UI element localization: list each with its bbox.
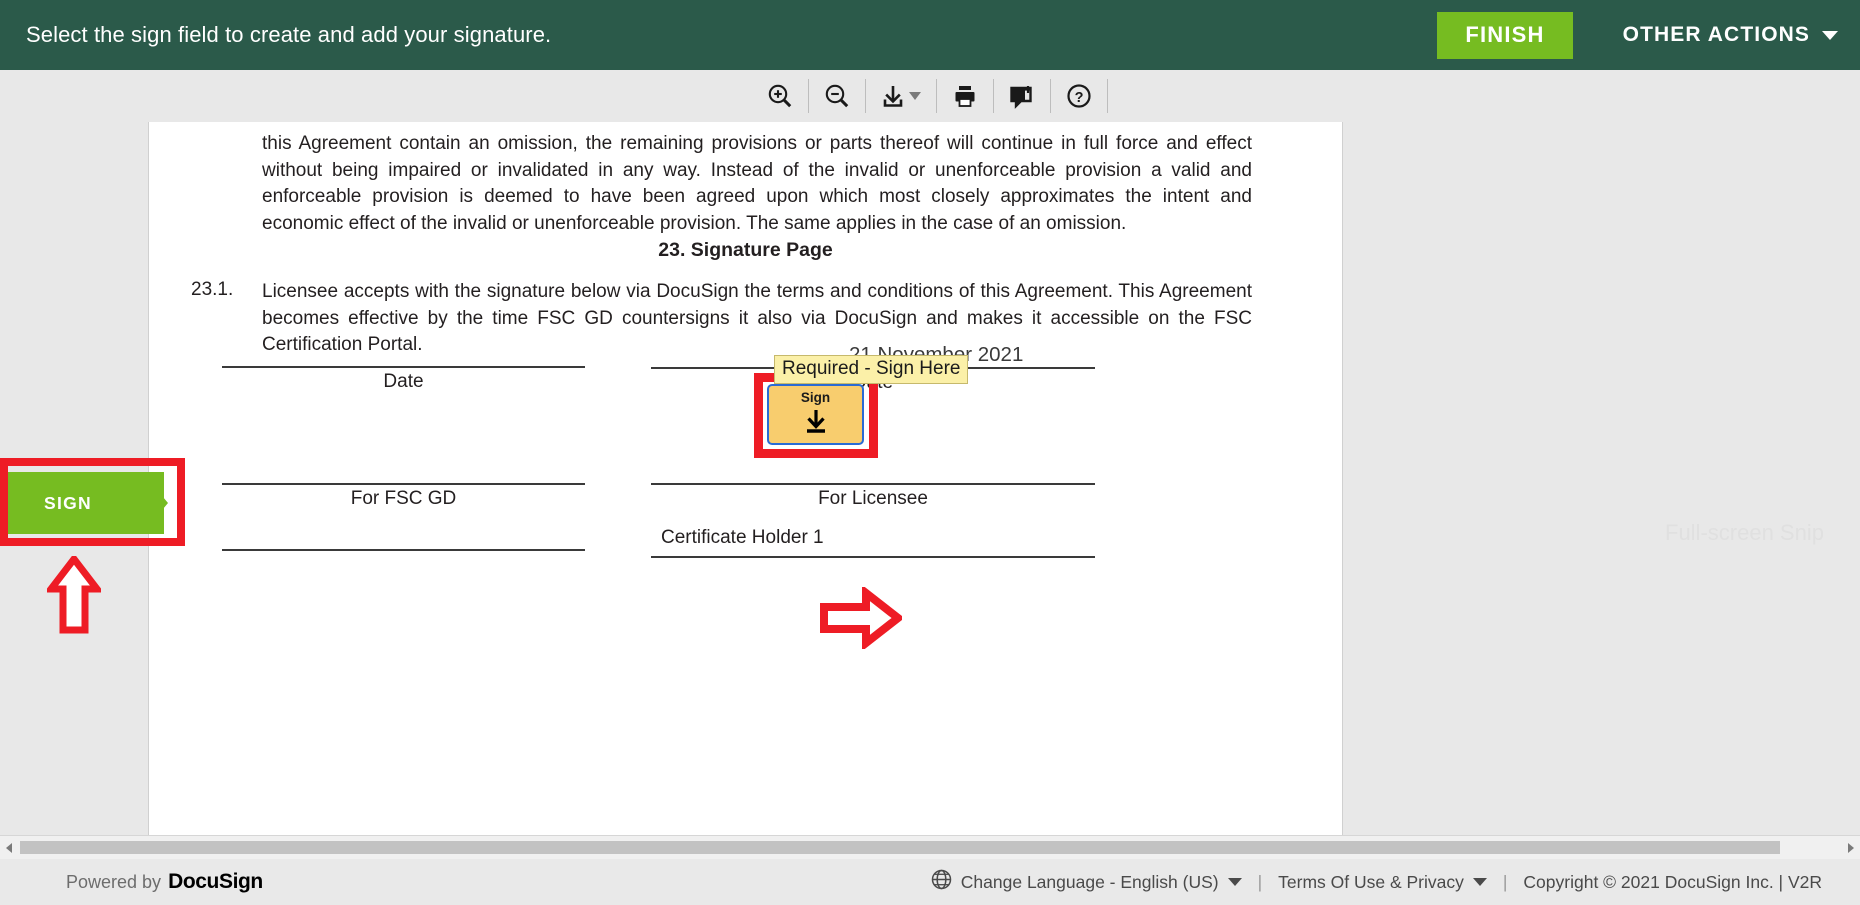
sign-tab-highlight-box xyxy=(0,458,185,546)
svg-text:?: ? xyxy=(1075,90,1084,106)
left-date-caption: Date xyxy=(383,371,424,392)
docusign-signing-app: Select the sign field to create and add … xyxy=(0,0,1860,905)
scroll-right-button[interactable] xyxy=(1842,836,1860,860)
chevron-down-icon xyxy=(1472,878,1487,886)
print-icon xyxy=(952,84,978,109)
topbar-actions: FINISH OTHER ACTIONS xyxy=(1437,0,1860,70)
chevron-right-icon xyxy=(1848,842,1854,853)
terms-of-use-menu[interactable]: Terms Of Use & Privacy xyxy=(1262,872,1503,893)
chevron-down-icon xyxy=(1227,878,1242,886)
clause-number: 23.1. xyxy=(191,279,234,300)
agreement-paragraph: this Agreement contain an omission, the … xyxy=(262,133,1252,234)
toolbar-group: ? xyxy=(752,79,1108,113)
powered-by-block: Powered by DocuSign xyxy=(66,870,263,894)
horizontal-scrollbar[interactable] xyxy=(0,835,1860,859)
powered-by-label: Powered by xyxy=(66,872,162,892)
annotation-up-arrow xyxy=(43,553,105,634)
signer-name: Certificate Holder 1 xyxy=(661,527,824,548)
add-comment-icon xyxy=(1009,84,1035,109)
chevron-down-icon xyxy=(909,92,921,100)
top-action-bar: Select the sign field to create and add … xyxy=(0,0,1860,70)
change-language-menu[interactable]: Change Language - English (US) xyxy=(915,869,1258,895)
sign-field-highlight-box xyxy=(754,373,878,458)
left-signature-line xyxy=(222,483,585,485)
scrollbar-thumb[interactable] xyxy=(20,840,1780,854)
add-comment-button[interactable] xyxy=(994,76,1050,116)
chevron-left-icon xyxy=(6,842,12,853)
copyright-label: Copyright © 2021 DocuSign Inc. | V2R xyxy=(1523,871,1822,892)
section-heading: 23. Signature Page xyxy=(658,239,833,261)
help-icon: ? xyxy=(1066,83,1092,109)
zoom-in-button[interactable] xyxy=(752,76,808,116)
left-bottom-line xyxy=(222,549,585,551)
other-actions-menu[interactable]: OTHER ACTIONS xyxy=(1623,23,1838,47)
chevron-down-icon xyxy=(1822,30,1838,40)
print-button[interactable] xyxy=(937,76,993,116)
terms-label: Terms Of Use & Privacy xyxy=(1278,871,1464,892)
page-footer: Powered by DocuSign Change Language - En… xyxy=(0,859,1860,905)
scroll-left-button[interactable] xyxy=(0,836,18,860)
right-signature-line xyxy=(651,483,1095,485)
right-bottom-line xyxy=(651,556,1095,558)
zoom-out-button[interactable] xyxy=(809,76,865,116)
instruction-message: Select the sign field to create and add … xyxy=(26,22,552,47)
help-button[interactable]: ? xyxy=(1051,76,1107,116)
scrollbar-track[interactable] xyxy=(18,840,1842,855)
document-page: this Agreement contain an omission, the … xyxy=(148,122,1343,835)
right-for-caption: For Licensee xyxy=(818,488,928,509)
docusign-logo: DocuSign xyxy=(168,870,263,893)
download-button[interactable] xyxy=(866,76,936,116)
sign-tab-container: SIGN xyxy=(0,458,185,546)
zoom-out-icon xyxy=(824,83,850,109)
toolbar-divider xyxy=(1107,79,1108,113)
footer-links: Change Language - English (US) | Terms O… xyxy=(915,869,1838,895)
zoom-in-icon xyxy=(767,83,793,109)
left-date-line xyxy=(222,366,585,368)
copyright-block: Copyright © 2021 DocuSign Inc. | V2R xyxy=(1507,872,1838,893)
other-actions-label: OTHER ACTIONS xyxy=(1622,23,1810,46)
document-toolbar: ? xyxy=(0,70,1860,122)
screenshot-watermark: Full-screen Snip xyxy=(1665,520,1824,545)
sign-here-tooltip: Required - Sign Here xyxy=(774,355,969,384)
download-icon xyxy=(881,84,905,109)
clause-text: Licensee accepts with the signature belo… xyxy=(262,281,1252,355)
annotation-right-arrow xyxy=(820,584,905,652)
left-for-caption: For FSC GD xyxy=(350,488,457,509)
globe-icon xyxy=(931,869,952,895)
change-language-label: Change Language - English (US) xyxy=(960,871,1219,892)
finish-button[interactable]: FINISH xyxy=(1437,11,1573,59)
document-canvas: Full-screen Snip this Agreement contain … xyxy=(0,122,1860,835)
